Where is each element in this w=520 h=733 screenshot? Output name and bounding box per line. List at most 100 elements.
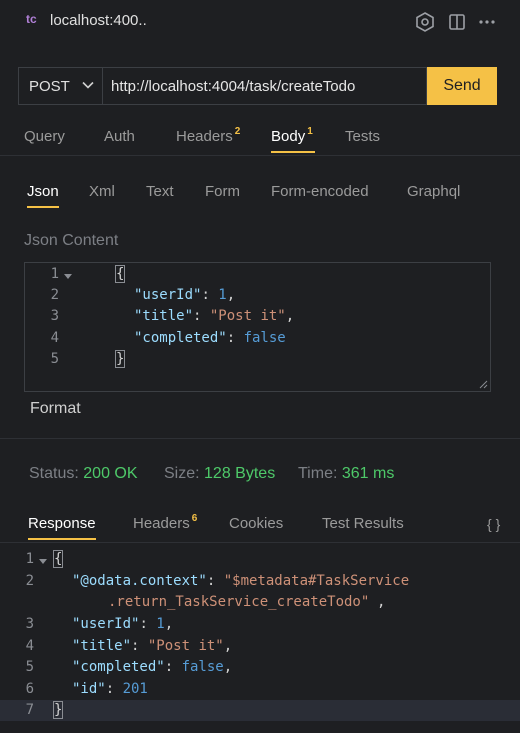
tab-label: Headers <box>133 515 190 532</box>
tab-headers[interactable]: Headers 2 <box>176 126 241 145</box>
json-value: 1 <box>218 287 227 303</box>
tab-label: Cookies <box>229 515 284 532</box>
sparkle-hex-icon[interactable] <box>414 11 436 33</box>
json-key: "id" <box>72 681 106 697</box>
tab-label: Graphql <box>407 183 461 200</box>
tab-label: Tests <box>345 128 381 145</box>
tab-label: Body <box>271 128 306 145</box>
line-number: 6 <box>25 681 34 697</box>
headers-count-badge: 2 <box>234 126 241 137</box>
tab-text[interactable]: Text <box>146 183 174 200</box>
line-number: 2 <box>50 287 59 303</box>
line-number: 1 <box>25 551 34 567</box>
tab-query[interactable]: Query <box>24 128 65 145</box>
split-editor-icon[interactable] <box>446 11 468 33</box>
url-text: http://localhost:4004/task/createTodo <box>111 77 356 95</box>
tab-label: Form <box>205 183 240 200</box>
tab-form-encoded[interactable]: Form-encoded <box>271 183 369 200</box>
code-line: "completed": false, <box>72 659 233 675</box>
size-info: Size: 128 Bytes <box>164 465 275 483</box>
active-tab-indicator <box>271 151 315 153</box>
fold-chevron-icon[interactable] <box>63 271 73 281</box>
tab-cookies[interactable]: Cookies <box>229 515 283 532</box>
json-value: false <box>181 659 224 675</box>
size-value: 128 Bytes <box>204 465 276 482</box>
open-brace: { <box>52 550 64 568</box>
fold-chevron-icon[interactable] <box>38 556 48 566</box>
json-value: "$metadata#TaskService <box>223 573 410 589</box>
open-brace: { <box>114 265 126 283</box>
json-value-continued: .return_TaskService_createTodo" <box>108 594 370 610</box>
window-title: localhost:400.. <box>50 12 147 29</box>
json-key: "completed" <box>72 659 165 675</box>
json-key: "@odata.context" <box>72 573 207 589</box>
json-value: false <box>243 330 286 346</box>
code-line: "title": "Post it", <box>72 638 233 654</box>
line-number: 2 <box>25 573 34 589</box>
time-value: 361 ms <box>341 465 395 482</box>
tab-response[interactable]: Response <box>28 515 96 532</box>
line-number: 7 <box>25 702 34 718</box>
json-value: "Post it" <box>209 308 286 324</box>
tab-label: Text <box>146 183 174 200</box>
braces-icon[interactable]: { } <box>487 516 500 532</box>
section-divider <box>0 438 520 439</box>
tab-json[interactable]: Json <box>27 183 59 200</box>
tab-graphql[interactable]: Graphql <box>407 183 460 200</box>
json-key: "userId" <box>134 287 202 303</box>
json-value: "Post it" <box>147 638 224 654</box>
json-key: "completed" <box>134 330 227 346</box>
tab-body[interactable]: Body 1 <box>271 126 313 145</box>
line-number: 4 <box>50 330 59 346</box>
json-value: 1 <box>156 616 165 632</box>
json-key: "userId" <box>72 616 140 632</box>
json-key: "title" <box>134 308 194 324</box>
time-label: Time: <box>298 465 338 482</box>
chevron-down-icon <box>82 81 94 89</box>
status-label: Status: <box>29 465 79 482</box>
tab-test-results[interactable]: Test Results <box>322 515 404 532</box>
json-key: "title" <box>72 638 132 654</box>
tab-auth[interactable]: Auth <box>104 128 135 145</box>
response-headers-count-badge: 6 <box>191 513 198 524</box>
code-line: "id": 201 <box>72 681 148 697</box>
code-line: "userId": 1, <box>72 616 174 632</box>
app-logo: tc <box>26 12 37 26</box>
format-button[interactable]: Format <box>30 400 81 418</box>
body-count-badge: 1 <box>307 126 313 137</box>
tab-label: Response <box>28 515 96 532</box>
time-info: Time: 361 ms <box>298 465 394 483</box>
tab-xml[interactable]: Xml <box>89 183 115 200</box>
active-body-tab-indicator <box>27 206 59 208</box>
method-label: POST <box>29 77 70 95</box>
tab-label: Query <box>24 128 65 145</box>
send-button[interactable]: Send <box>427 67 497 105</box>
tab-form[interactable]: Form <box>205 183 240 200</box>
close-brace: } <box>52 701 64 719</box>
line-number: 1 <box>50 266 59 282</box>
size-label: Size: <box>164 465 200 482</box>
line-number: 4 <box>25 638 34 654</box>
method-select[interactable]: POST <box>18 67 102 105</box>
response-tabs-divider <box>0 542 520 543</box>
url-input[interactable]: http://localhost:4004/task/createTodo <box>102 67 427 105</box>
status-value: 200 OK <box>83 465 138 482</box>
json-editor[interactable]: 1 2 3 4 5 { "userId": 1, "title": "Post … <box>24 262 491 392</box>
code-line: "title": "Post it", <box>134 308 295 324</box>
line-number: 3 <box>50 308 59 324</box>
more-icon[interactable] <box>476 11 498 33</box>
tab-label: Auth <box>104 128 135 145</box>
tab-label: Xml <box>89 183 115 200</box>
tab-label: Form-encoded <box>271 183 369 200</box>
tab-label: Test Results <box>322 515 404 532</box>
response-viewer[interactable]: 1 2 3 4 5 6 7 { "@odata.context": "$meta… <box>0 550 520 725</box>
tab-response-headers[interactable]: Headers 6 <box>133 513 198 532</box>
status-info: Status: 200 OK <box>29 465 138 483</box>
resize-handle-icon[interactable] <box>479 380 488 389</box>
tab-label: Json <box>27 183 59 200</box>
tab-tests[interactable]: Tests <box>345 128 380 145</box>
tabs-divider <box>0 155 520 156</box>
active-response-tab-indicator <box>28 538 96 540</box>
line-number: 5 <box>50 351 59 367</box>
code-line: "@odata.context": "$metadata#TaskService <box>72 573 410 589</box>
